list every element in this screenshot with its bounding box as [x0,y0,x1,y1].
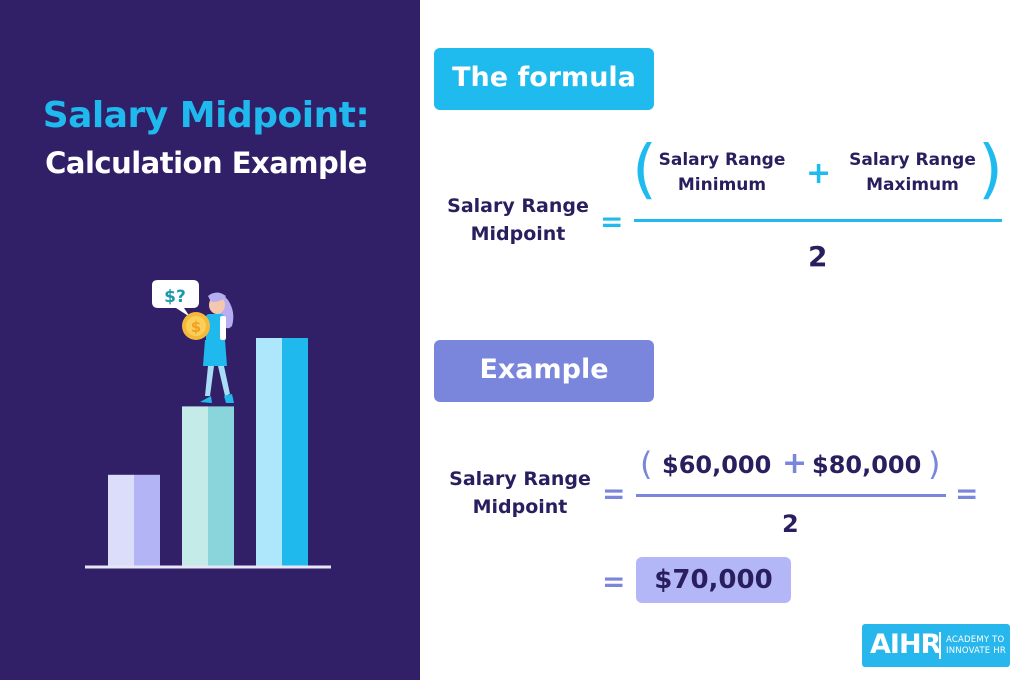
example-close-paren: ) [928,445,941,483]
bar-low-dark [134,474,160,566]
term-minimum-line-1: Salary Range [658,150,786,170]
bar-high-dark [282,338,308,566]
bar-illustration: $? $ [85,280,331,569]
svg-text:$: $ [191,318,201,336]
formula-denominator: 2 [808,240,828,273]
term-maximum-line-2: Maximum [866,175,959,195]
example-lhs-line-1: Salary Range [449,468,591,490]
formula-term-maximum: Salary Range Maximum [840,148,985,198]
coin-icon: $ [182,312,210,340]
term-maximum-line-1: Salary Range [849,150,976,170]
formula-lhs: Salary Range Midpoint [438,192,598,248]
formula-label: The formula [434,48,654,110]
formula-close-paren: ) [978,133,1003,207]
example-value-maximum: $80,000 [812,451,922,479]
aihr-logo: AIHR ACADEMY TO INNOVATE HR [862,624,1010,667]
bar-low-light [108,474,134,566]
example-lhs-line-2: Midpoint [472,496,568,518]
example-denominator: 2 [782,510,799,538]
bar-mid-dark [208,406,234,566]
term-minimum-line-2: Minimum [677,175,767,195]
result-value: $70,000 [636,557,791,603]
logo-divider [939,632,941,659]
speech-bubble-text: $? [164,287,186,307]
logo-sub-line-1: ACADEMY TO [946,635,1005,645]
logo-main-text: AIHR [870,629,941,660]
formula-term-minimum: Salary Range Minimum [652,148,792,198]
formula-lhs-line-2: Midpoint [470,223,566,245]
example-lhs: Salary Range Midpoint [440,465,600,521]
example-equals-2: = [955,477,979,510]
bar-high-light [256,338,282,566]
logo-sub-line-2: INNOVATE HR [946,646,1006,656]
example-label: Example [434,340,654,402]
formula-equals: = [600,205,624,238]
example-open-paren: ( [640,445,653,483]
left-panel: Salary Midpoint: Calculation Example $? … [0,0,420,680]
woman-figure-icon [200,292,234,403]
result-equals: = [602,565,626,598]
logo-subtext: ACADEMY TO INNOVATE HR [946,635,1006,657]
example-value-minimum: $60,000 [662,451,772,479]
example-equals: = [602,477,626,510]
bar-mid-light [182,406,208,566]
example-plus: + [782,446,808,481]
formula-plus: + [806,156,832,191]
formula-fraction-line [634,219,1002,222]
speech-bubble: $? [152,280,199,317]
formula-lhs-line-1: Salary Range [447,195,589,217]
example-fraction-line [636,494,946,497]
